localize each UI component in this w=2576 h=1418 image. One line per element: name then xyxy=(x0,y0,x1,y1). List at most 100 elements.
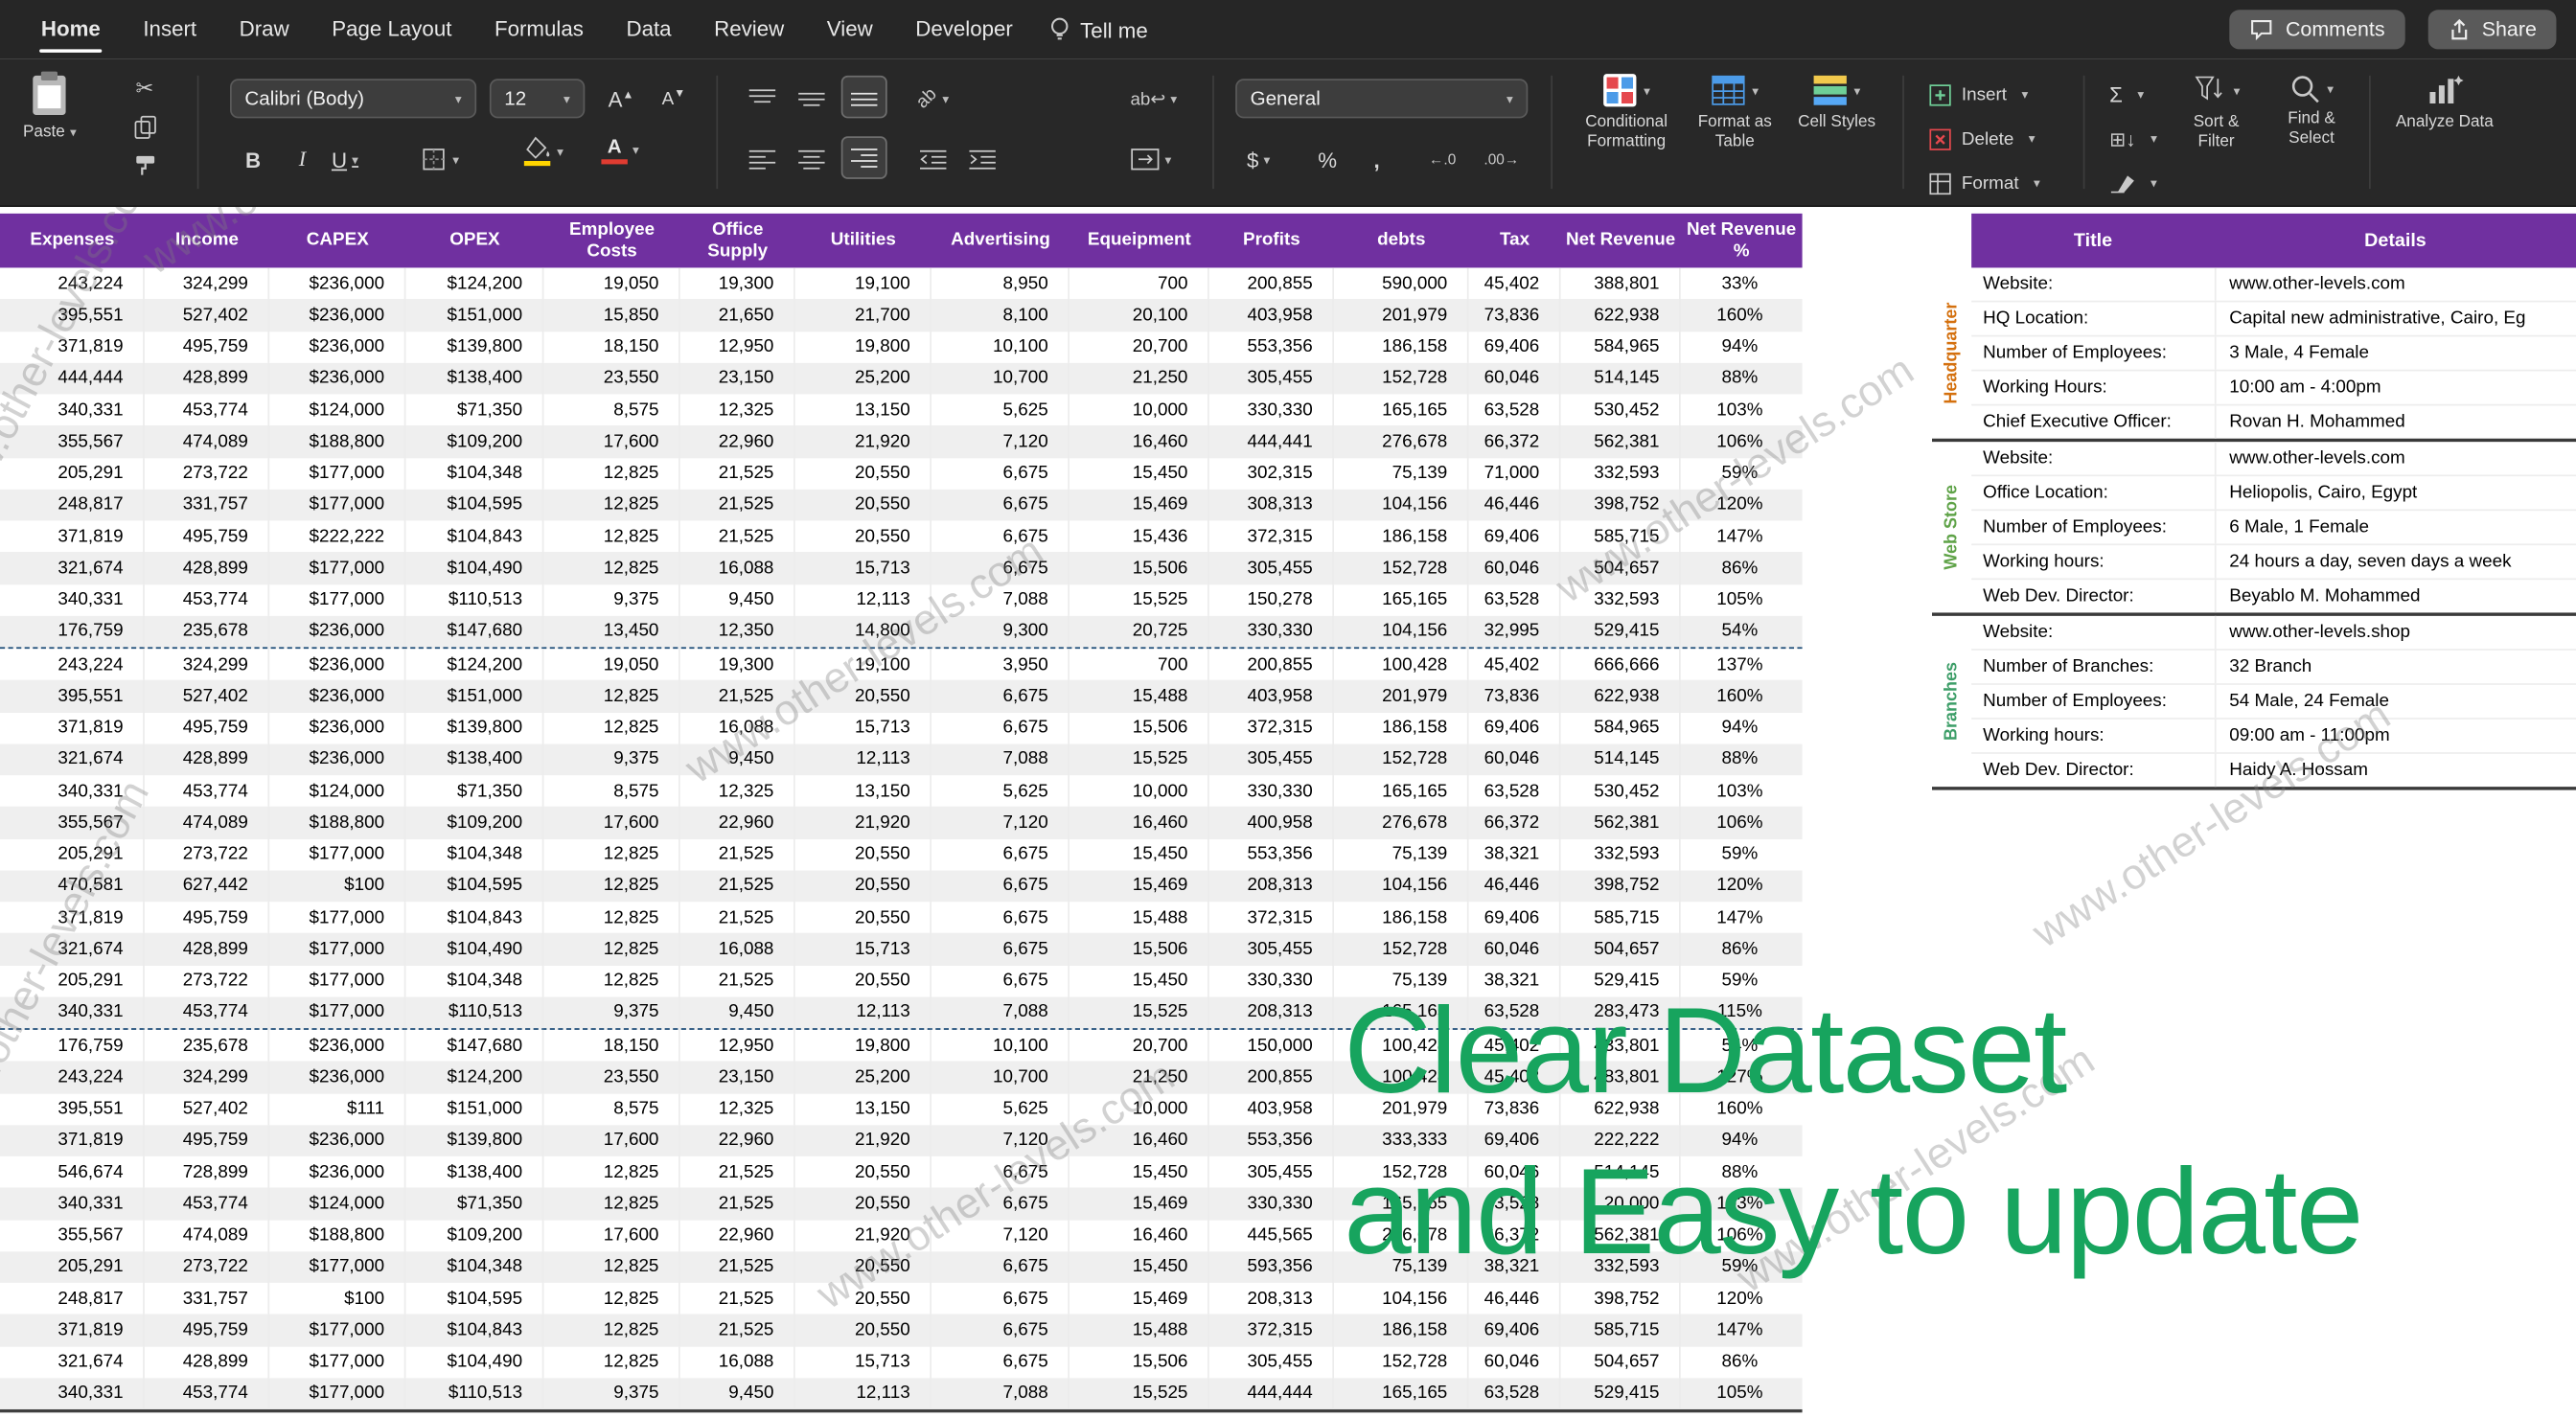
table-cell[interactable]: 7,088 xyxy=(932,996,1070,1028)
table-cell[interactable]: $177,000 xyxy=(269,457,405,489)
table-cell[interactable]: 20,550 xyxy=(795,1188,932,1220)
table-cell[interactable]: 66,372 xyxy=(1469,807,1561,838)
borders-button[interactable]: ▾ xyxy=(421,140,460,179)
table-cell[interactable]: 20,550 xyxy=(795,902,932,933)
table-cell[interactable]: $71,350 xyxy=(405,775,543,807)
table-cell[interactable]: 46,446 xyxy=(1469,489,1561,520)
number-format-select[interactable]: General▾ xyxy=(1235,79,1528,118)
table-cell[interactable]: 15,713 xyxy=(795,712,932,743)
table-cell[interactable]: 12,825 xyxy=(543,1188,679,1220)
table-cell[interactable]: 398,752 xyxy=(1561,489,1681,520)
table-cell[interactable]: 6,675 xyxy=(932,552,1070,583)
table-cell[interactable]: 21,525 xyxy=(680,489,795,520)
table-cell[interactable]: 137% xyxy=(1681,649,1803,680)
column-header-5[interactable]: Office Supply xyxy=(680,214,795,268)
table-cell[interactable]: 16,088 xyxy=(680,1346,795,1378)
table-cell[interactable]: 20,550 xyxy=(795,838,932,870)
table-cell[interactable]: 63,528 xyxy=(1469,1378,1561,1409)
table-cell[interactable]: 355,567 xyxy=(0,807,145,838)
table-cell[interactable]: 205,291 xyxy=(0,965,145,996)
table-cell[interactable]: 324,299 xyxy=(145,267,269,299)
table-cell[interactable]: 69,406 xyxy=(1469,331,1561,362)
table-cell[interactable]: 165,165 xyxy=(1334,583,1469,615)
table-cell[interactable]: 21,920 xyxy=(795,807,932,838)
table-cell[interactable]: 340,331 xyxy=(0,1188,145,1220)
column-header-1[interactable]: Income xyxy=(145,214,269,268)
table-cell[interactable]: 205,291 xyxy=(0,457,145,489)
table-cell[interactable]: 9,450 xyxy=(680,1378,795,1409)
table-cell[interactable]: $188,800 xyxy=(269,425,405,457)
panel-title-cell[interactable]: Office Location: xyxy=(1971,476,2215,509)
table-cell[interactable]: $177,000 xyxy=(269,1315,405,1346)
table-cell[interactable]: 15,506 xyxy=(1070,712,1209,743)
table-cell[interactable]: 201,979 xyxy=(1334,680,1469,712)
table-cell[interactable]: 13,150 xyxy=(795,394,932,425)
table-cell[interactable]: 585,715 xyxy=(1561,520,1681,552)
decrease-font-size-button[interactable]: A▼ xyxy=(654,79,693,118)
table-cell[interactable]: 12,113 xyxy=(795,743,932,775)
table-cell[interactable]: 248,817 xyxy=(0,1283,145,1315)
table-cell[interactable]: 15,713 xyxy=(795,1346,932,1378)
cell-styles-button[interactable]: ▾ Cell Styles xyxy=(1797,72,1875,132)
table-cell[interactable]: 147% xyxy=(1681,1315,1803,1346)
table-cell[interactable]: 321,674 xyxy=(0,1346,145,1378)
table-cell[interactable]: 22,960 xyxy=(680,1125,795,1156)
table-cell[interactable]: 529,415 xyxy=(1561,615,1681,647)
table-cell[interactable]: 176,759 xyxy=(0,1030,145,1062)
table-cell[interactable]: 6,675 xyxy=(932,712,1070,743)
table-cell[interactable]: 6,675 xyxy=(932,1346,1070,1378)
table-cell[interactable]: $151,000 xyxy=(405,680,543,712)
table-cell[interactable]: 60,046 xyxy=(1469,362,1561,394)
table-cell[interactable]: 15,525 xyxy=(1070,996,1209,1028)
table-cell[interactable]: 395,551 xyxy=(0,680,145,712)
table-cell[interactable]: 495,759 xyxy=(145,1125,269,1156)
table-cell[interactable]: 428,899 xyxy=(145,933,269,965)
table-cell[interactable]: 330,330 xyxy=(1209,615,1334,647)
table-cell[interactable]: 45,402 xyxy=(1469,267,1561,299)
table-cell[interactable]: 63,528 xyxy=(1469,775,1561,807)
table-cell[interactable]: 371,819 xyxy=(0,1125,145,1156)
table-cell[interactable]: 13,450 xyxy=(543,615,679,647)
table-cell[interactable]: 9,375 xyxy=(543,743,679,775)
table-cell[interactable]: 428,899 xyxy=(145,1346,269,1378)
table-cell[interactable]: 120% xyxy=(1681,489,1803,520)
table-cell[interactable]: 400,958 xyxy=(1209,807,1334,838)
table-cell[interactable]: 165,165 xyxy=(1334,1378,1469,1409)
tab-insert[interactable]: Insert xyxy=(122,0,218,59)
table-cell[interactable]: 6,675 xyxy=(932,965,1070,996)
table-cell[interactable]: $236,000 xyxy=(269,743,405,775)
table-cell[interactable]: $177,000 xyxy=(269,933,405,965)
table-cell[interactable]: 585,715 xyxy=(1561,902,1681,933)
table-cell[interactable]: 15,450 xyxy=(1070,1251,1209,1283)
table-cell[interactable]: 59% xyxy=(1681,457,1803,489)
table-cell[interactable]: 562,381 xyxy=(1561,807,1681,838)
table-cell[interactable]: 593,356 xyxy=(1209,1251,1334,1283)
conditional-formatting-button[interactable]: ▾ Conditional Formatting xyxy=(1574,72,1679,150)
table-cell[interactable]: 7,120 xyxy=(932,1220,1070,1251)
table-cell[interactable]: 100,428 xyxy=(1334,649,1469,680)
table-cell[interactable]: 17,600 xyxy=(543,425,679,457)
table-cell[interactable]: 46,446 xyxy=(1469,870,1561,902)
table-cell[interactable]: $177,000 xyxy=(269,965,405,996)
table-cell[interactable]: 527,402 xyxy=(145,680,269,712)
table-cell[interactable]: 15,850 xyxy=(543,299,679,331)
table-cell[interactable]: 444,444 xyxy=(1209,1378,1334,1409)
table-cell[interactable]: 19,800 xyxy=(795,331,932,362)
table-cell[interactable]: 20,550 xyxy=(795,870,932,902)
table-cell[interactable]: 20,550 xyxy=(795,965,932,996)
panel-title-cell[interactable]: Chief Executive Officer: xyxy=(1971,405,2215,438)
table-cell[interactable]: 305,455 xyxy=(1209,933,1334,965)
table-cell[interactable]: 20,550 xyxy=(795,1315,932,1346)
table-cell[interactable]: 403,958 xyxy=(1209,1093,1334,1125)
table-cell[interactable]: 21,525 xyxy=(680,838,795,870)
table-cell[interactable]: 104,156 xyxy=(1334,615,1469,647)
table-cell[interactable]: 340,331 xyxy=(0,1378,145,1409)
table-cell[interactable]: 10,100 xyxy=(932,331,1070,362)
comments-button[interactable]: Comments xyxy=(2230,10,2404,49)
table-cell[interactable]: 504,657 xyxy=(1561,1346,1681,1378)
table-cell[interactable]: 12,825 xyxy=(543,838,679,870)
table-cell[interactable]: 160% xyxy=(1681,299,1803,331)
table-cell[interactable]: $124,000 xyxy=(269,1188,405,1220)
merge-center-button[interactable]: ▾ xyxy=(1130,140,1171,179)
table-cell[interactable]: $138,400 xyxy=(405,1156,543,1188)
